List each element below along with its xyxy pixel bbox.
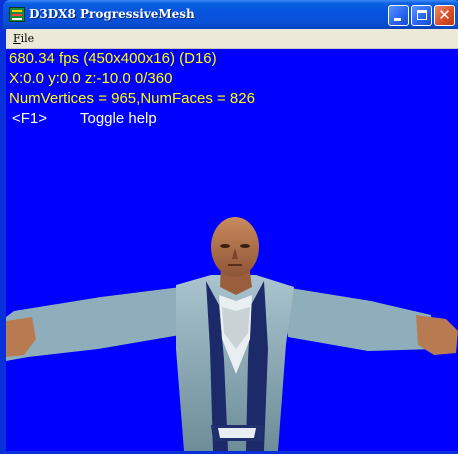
help-key-label: <F1>	[12, 110, 48, 127]
menu-bar: File	[6, 29, 458, 49]
title-bar[interactable]: D3DX8 ProgressiveMesh ✕	[3, 0, 458, 29]
camera-position-readout: X:0.0 y:0.0 z:-10.0 0/360	[9, 70, 173, 87]
minimize-button[interactable]	[388, 5, 409, 26]
app-window: D3DX8 ProgressiveMesh ✕ File 680.34 fps …	[0, 0, 458, 454]
help-hint: <F1> Toggle help	[9, 110, 209, 130]
window-title: D3DX8 ProgressiveMesh	[29, 7, 195, 21]
maximize-icon	[417, 10, 427, 20]
right-sleeve	[284, 287, 434, 351]
fps-readout: 680.34 fps (450x400x16) (D16)	[9, 50, 217, 67]
close-icon: ✕	[438, 6, 451, 24]
render-viewport[interactable]: 680.34 fps (450x400x16) (D16) X:0.0 y:0.…	[6, 49, 458, 451]
belt-buckle	[218, 428, 256, 438]
menu-file-mnemonic: F	[13, 32, 21, 45]
left-eye	[220, 244, 230, 248]
head	[211, 217, 259, 277]
right-eye	[240, 244, 250, 248]
maximize-button[interactable]	[411, 5, 432, 26]
menu-file[interactable]: File	[13, 32, 34, 45]
close-button[interactable]: ✕	[434, 5, 455, 26]
menu-file-rest: ile	[20, 32, 35, 45]
mesh-counts-readout: NumVertices = 965,NumFaces = 826	[9, 90, 255, 107]
help-toggle-label: Toggle help	[80, 110, 157, 127]
minimize-icon	[394, 18, 401, 21]
directx-app-icon[interactable]	[9, 7, 25, 22]
